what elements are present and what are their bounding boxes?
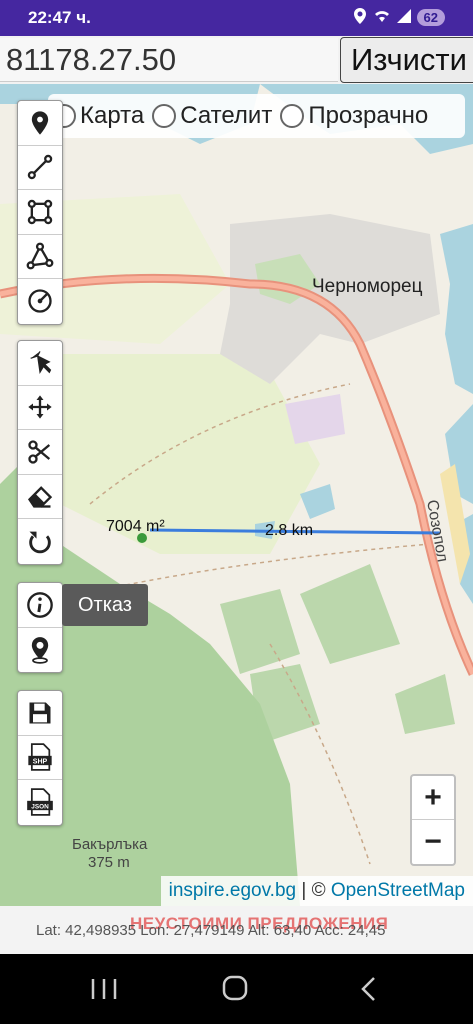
back-button[interactable]	[350, 974, 390, 1004]
map-tiles	[0, 84, 473, 906]
map-view[interactable]: Черноморец Созопол Бакърлъка 375 m 7004 …	[0, 84, 473, 906]
town-label: Черноморец	[312, 276, 423, 297]
json-file-icon: JSON	[27, 788, 53, 816]
eraser-icon	[27, 486, 53, 508]
info-toolbar	[17, 582, 63, 673]
polyline-icon	[26, 242, 54, 270]
layer-label-map: Карта	[80, 102, 145, 129]
inspire-link[interactable]: inspire.egov.bg	[169, 880, 296, 902]
home-icon	[222, 975, 248, 1001]
svg-text:SHP: SHP	[33, 759, 48, 766]
polyline-tool-button[interactable]	[18, 235, 62, 279]
layer-option-map[interactable]: Карта	[52, 102, 144, 130]
select-icon	[30, 350, 52, 374]
distance-measure-label: 2.8 km	[265, 522, 314, 539]
peak-elevation-label: 375 m	[88, 854, 130, 871]
status-time: 22:47 ч.	[28, 8, 91, 27]
export-json-button[interactable]: JSON	[18, 780, 62, 825]
draw-toolbar	[17, 100, 63, 325]
status-icons: 62	[353, 8, 445, 27]
attribution-separator: | ©	[296, 880, 331, 901]
undo-tool-button[interactable]	[18, 519, 62, 564]
location-status-icon	[353, 8, 367, 27]
save-icon	[29, 702, 51, 724]
circle-icon	[28, 289, 52, 313]
status-bar: 22:47 ч. 62	[0, 0, 473, 36]
gps-marker-icon	[31, 636, 49, 664]
move-tool-button[interactable]	[18, 386, 62, 430]
export-shp-button[interactable]: SHP	[18, 736, 62, 780]
info-icon	[27, 591, 53, 618]
radio-satellite[interactable]	[152, 104, 177, 128]
select-tool-button[interactable]	[18, 341, 62, 386]
circle-tool-button[interactable]	[18, 279, 62, 324]
zoom-control: + −	[410, 774, 456, 866]
info-bar: НЕУСТОИМИ ПРЕДЛОЖЕНИЯ Lat: 42,498935 Lon…	[0, 906, 473, 954]
cancel-tooltip[interactable]: Отказ	[62, 584, 148, 626]
zoom-in-button[interactable]: +	[412, 776, 454, 820]
move-icon	[28, 395, 52, 419]
zoom-out-button[interactable]: −	[412, 820, 454, 864]
layer-option-satellite[interactable]: Сателит	[152, 102, 272, 130]
svg-text:JSON: JSON	[31, 804, 49, 811]
layer-label-transparent: Прозрачно	[308, 102, 429, 129]
area-measure-label: 7004 m²	[106, 518, 165, 535]
clear-button[interactable]: Изчисти	[340, 37, 473, 83]
undo-icon	[29, 531, 51, 554]
location-readout: Lat: 42,498935 Lon: 27,479149 Alt: 63,40…	[36, 922, 386, 939]
recent-apps-button[interactable]	[84, 974, 124, 1004]
line-icon	[27, 155, 53, 180]
polygon-icon	[27, 199, 53, 224]
cut-icon	[28, 440, 51, 464]
recent-apps-icon	[91, 979, 117, 999]
shp-file-icon: SHP	[28, 743, 52, 771]
layer-option-transparent[interactable]: Прозрачно	[280, 102, 428, 130]
marker-icon	[31, 111, 49, 135]
gps-marker-tool-button[interactable]	[18, 628, 62, 673]
battery-badge: 62	[416, 9, 445, 26]
navigation-bar	[0, 954, 473, 1024]
export-toolbar: SHP JSON	[17, 690, 63, 826]
back-icon	[361, 977, 375, 1001]
layer-selector: Карта Сателит Прозрачно	[48, 94, 465, 138]
marker-tool-button[interactable]	[18, 101, 62, 146]
signal-icon	[396, 9, 411, 26]
layer-label-satellite: Сателит	[180, 102, 273, 129]
edit-toolbar	[17, 340, 63, 565]
map-attribution: inspire.egov.bg | © OpenStreetMap	[160, 876, 473, 906]
polygon-tool-button[interactable]	[18, 190, 62, 235]
radio-transparent[interactable]	[280, 104, 305, 128]
cut-tool-button[interactable]	[18, 430, 62, 475]
peak-name-label: Бакърлъка	[72, 836, 148, 853]
top-row: Изчисти	[0, 36, 473, 84]
coordinate-input[interactable]	[0, 38, 338, 82]
osm-link[interactable]: OpenStreetMap	[331, 880, 465, 902]
eraser-tool-button[interactable]	[18, 475, 62, 519]
home-button[interactable]	[215, 974, 255, 1004]
line-tool-button[interactable]	[18, 146, 62, 190]
info-tool-button[interactable]	[18, 583, 62, 628]
save-tool-button[interactable]	[18, 691, 62, 736]
wifi-icon	[373, 9, 391, 26]
